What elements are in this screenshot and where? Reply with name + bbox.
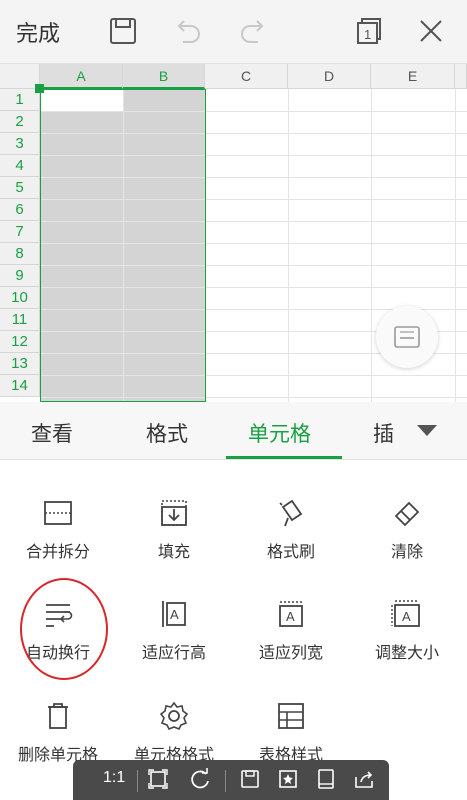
annotation-circle — [20, 578, 108, 680]
rotate-icon[interactable] — [189, 768, 211, 790]
resize-icon: A — [391, 598, 423, 630]
row-header[interactable]: 11 — [0, 309, 40, 331]
fit-row-height-button[interactable]: A 适应行高 — [116, 598, 232, 690]
table-style-icon — [275, 700, 307, 732]
fit-screen-icon[interactable] — [147, 768, 169, 790]
row-header[interactable]: 2 — [0, 111, 40, 133]
row-header[interactable]: 1 — [0, 89, 40, 111]
separator — [225, 770, 226, 792]
grid-line — [455, 89, 456, 402]
row-header[interactable]: 12 — [0, 331, 40, 353]
svg-text:A: A — [170, 607, 179, 622]
merge-split-icon — [42, 497, 74, 529]
trash-icon — [42, 700, 74, 732]
clear-button[interactable]: 清除 — [349, 497, 465, 589]
row-header[interactable]: 14 — [0, 375, 40, 397]
tab-view[interactable]: 查看 — [31, 418, 73, 448]
row-header[interactable]: 7 — [0, 221, 40, 243]
row-header[interactable]: 8 — [0, 243, 40, 265]
save-icon[interactable] — [239, 768, 261, 790]
column-header-partial[interactable] — [455, 64, 467, 89]
row-header[interactable]: 4 — [0, 155, 40, 177]
gear-icon — [158, 700, 190, 732]
separator — [137, 770, 138, 792]
svg-text:A: A — [286, 609, 295, 624]
redo-icon[interactable] — [236, 14, 270, 48]
resize-button[interactable]: A 调整大小 — [349, 598, 465, 690]
row-header[interactable]: 9 — [0, 265, 40, 287]
ratio-button[interactable]: 1:1 — [103, 769, 125, 787]
grid-line — [288, 89, 289, 402]
fit-row-height-icon: A — [158, 598, 190, 630]
share-icon[interactable] — [353, 768, 375, 790]
row-header[interactable]: 3 — [0, 133, 40, 155]
selection-border — [40, 89, 206, 402]
keyboard-toggle-button[interactable] — [376, 306, 438, 368]
tab-insert[interactable]: 插 — [373, 418, 394, 448]
fill-button[interactable]: 填充 — [116, 497, 232, 589]
merge-split-button[interactable]: 合并拆分 — [0, 497, 116, 589]
grid-line — [371, 89, 372, 402]
column-header-e[interactable]: E — [371, 64, 455, 89]
column-header-a[interactable]: A — [40, 64, 123, 89]
column-header-b[interactable]: B — [123, 64, 205, 89]
tab-cell[interactable]: 单元格 — [248, 418, 311, 448]
close-icon[interactable] — [414, 14, 448, 48]
eraser-icon — [391, 497, 423, 529]
tab-format[interactable]: 格式 — [146, 418, 188, 448]
keyboard-icon — [394, 326, 420, 348]
row-header[interactable]: 13 — [0, 353, 40, 375]
active-tab-indicator — [226, 456, 342, 459]
fit-column-width-icon: A — [275, 598, 307, 630]
select-all-corner[interactable] — [0, 64, 40, 89]
row-header[interactable]: 6 — [0, 199, 40, 221]
column-header-c[interactable]: C — [205, 64, 288, 89]
row-header[interactable]: 10 — [0, 287, 40, 309]
sheet-count-icon[interactable]: 1 — [350, 14, 384, 48]
paintbrush-icon — [275, 497, 307, 529]
sheet-count: 1 — [364, 27, 371, 42]
done-button[interactable]: 完成 — [16, 16, 60, 48]
fit-column-width-button[interactable]: A 适应列宽 — [233, 598, 349, 690]
fill-icon — [158, 497, 190, 529]
bottom-floating-bar: 1:1 — [73, 760, 389, 800]
save-icon[interactable] — [106, 14, 140, 48]
format-painter-button[interactable]: 格式刷 — [233, 497, 349, 589]
top-toolbar: 完成 1 — [0, 0, 467, 64]
svg-text:A: A — [402, 609, 411, 624]
undo-icon[interactable] — [171, 14, 205, 48]
expand-tabs-icon[interactable] — [417, 425, 437, 436]
row-header[interactable]: 5 — [0, 177, 40, 199]
selection-handle[interactable] — [35, 84, 44, 93]
ribbon-tabs: 查看 格式 单元格 插 — [0, 402, 467, 460]
bookmark-icon[interactable] — [277, 768, 299, 790]
column-header-d[interactable]: D — [288, 64, 371, 89]
tablet-icon[interactable] — [315, 768, 337, 790]
